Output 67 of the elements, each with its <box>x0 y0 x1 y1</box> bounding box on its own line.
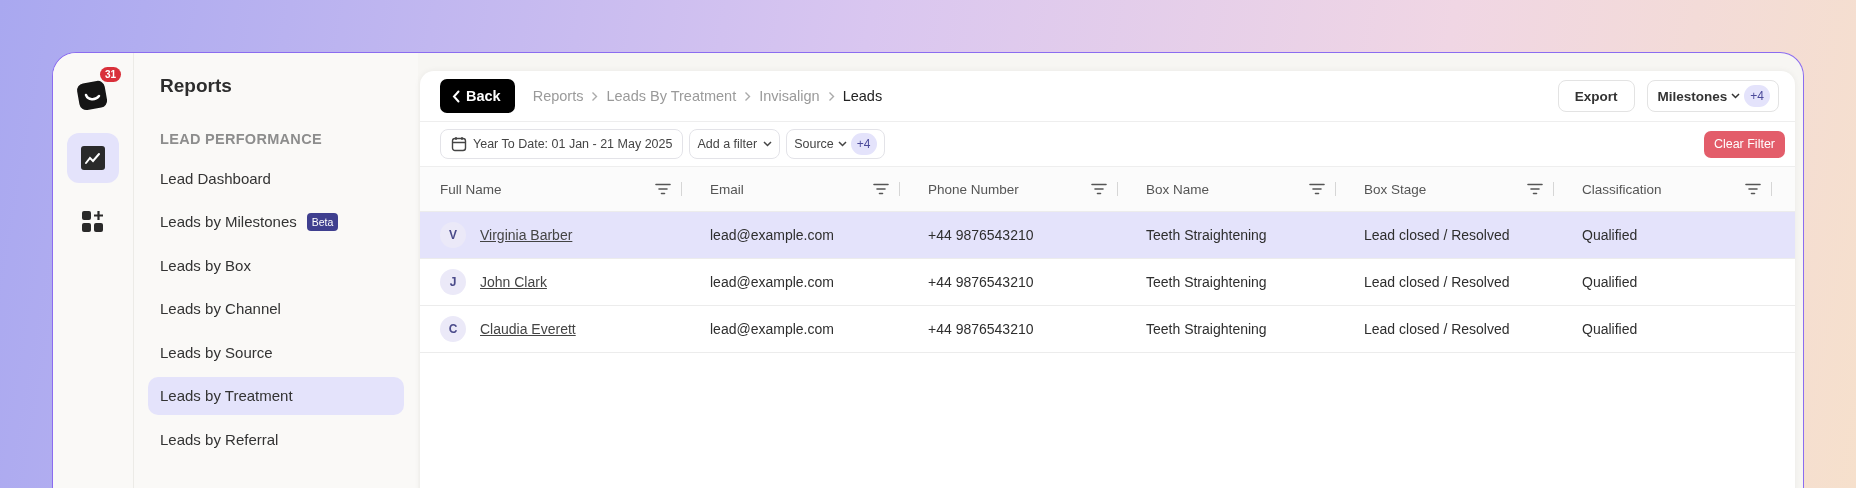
table-cell: Teeth Straightening <box>1146 321 1267 337</box>
table-cell: +44 9876543210 <box>928 274 1034 290</box>
sidebar-item[interactable]: Leads by Channel <box>148 289 404 328</box>
table-cell: Qualified <box>1582 274 1638 290</box>
avatar: J <box>440 269 466 295</box>
sidebar-item[interactable]: Lead Dashboard <box>148 159 404 197</box>
lead-name-link[interactable]: Claudia Everett <box>480 321 576 337</box>
chevron-right-icon <box>591 90 599 102</box>
add-filter-dropdown[interactable]: Add a filter <box>689 129 781 159</box>
chart-icon <box>81 146 105 170</box>
count-badge: +4 <box>850 133 877 155</box>
calendar-icon <box>451 136 467 152</box>
column-header: Box Name <box>1146 181 1211 197</box>
filter-icon[interactable] <box>1745 183 1761 195</box>
add-widget-icon <box>82 211 104 233</box>
count-badge: +4 <box>1744 85 1770 107</box>
table-cell: Lead closed / Resolved <box>1364 227 1510 243</box>
table-cell: Lead closed / Resolved <box>1364 274 1510 290</box>
sidebar-item[interactable]: Leads by Box <box>148 246 404 284</box>
avatar: V <box>440 222 466 248</box>
chevron-down-icon <box>837 141 847 147</box>
beta-badge: Beta <box>306 212 339 231</box>
filter-icon[interactable] <box>655 183 671 195</box>
milestones-dropdown[interactable]: Milestones +4 <box>1646 80 1779 112</box>
lead-name-link[interactable]: Virginia Barber <box>480 227 573 243</box>
table-cell: lead@example.com <box>710 227 834 243</box>
table-cell: Lead closed / Resolved <box>1364 321 1510 337</box>
back-button[interactable]: Back <box>440 79 515 113</box>
notification-badge: 31 <box>99 67 121 82</box>
table-cell: +44 9876543210 <box>928 227 1034 243</box>
export-button[interactable]: Export <box>1557 80 1635 112</box>
column-header: Box Stage <box>1364 181 1428 197</box>
section-heading: LEAD PERFORMANCE <box>159 130 323 149</box>
column-header: Phone Number <box>928 181 1020 197</box>
chevron-right-icon <box>827 90 835 102</box>
filter-icon[interactable] <box>1091 183 1107 195</box>
sidebar-item[interactable]: Leads by Referral <box>148 420 404 458</box>
column-header: Classification <box>1582 181 1663 197</box>
breadcrumb-link[interactable]: Leads <box>842 88 883 104</box>
chevron-left-icon <box>452 89 460 103</box>
column-header: Email <box>710 181 745 197</box>
table-cell: Qualified <box>1582 321 1638 337</box>
chevron-right-icon <box>744 90 752 102</box>
filter-icon[interactable] <box>1309 183 1325 195</box>
column-header: Full Name <box>440 181 503 197</box>
sidebar-item[interactable]: Leads by Source <box>148 333 404 371</box>
table-row[interactable]: J John Clark lead@example.com +44 9876543210 Teeth Straightening Lead closed / Resolved Qualified <box>420 259 1795 306</box>
avatar: C <box>440 316 466 342</box>
chevron-down-icon <box>763 141 773 147</box>
filter-icon[interactable] <box>873 183 889 195</box>
sidebar-nav-button[interactable] <box>67 133 119 183</box>
table-cell: lead@example.com <box>710 274 834 290</box>
sidebar-title: Reports <box>159 75 233 98</box>
lead-name-link[interactable]: John Clark <box>480 274 547 290</box>
table-cell: Teeth Straightening <box>1146 274 1267 290</box>
table-cell: lead@example.com <box>710 321 834 337</box>
source-dropdown[interactable]: Source +4 <box>786 129 885 159</box>
chevron-down-icon <box>1731 93 1741 99</box>
sidebar-item[interactable]: Leads by Treatment <box>148 376 404 415</box>
table-cell: +44 9876543210 <box>928 321 1034 337</box>
sidebar-item[interactable]: Leads by Milestones Beta <box>148 202 404 241</box>
date-range-button[interactable]: Year To Date: 01 Jan - 21 May 2025 <box>440 129 684 159</box>
table-cell: Qualified <box>1582 227 1638 243</box>
table-cell: Teeth Straightening <box>1146 227 1267 243</box>
table-row[interactable]: V Virginia Barber lead@example.com +44 9876543210 Teeth Straightening Lead closed / Resolved Qualified <box>420 212 1795 259</box>
filter-icon[interactable] <box>1527 183 1543 195</box>
table-row[interactable]: C Claudia Everett lead@example.com +44 9876543210 Teeth Straightening Lead closed / Resolved Qualified <box>420 306 1795 353</box>
